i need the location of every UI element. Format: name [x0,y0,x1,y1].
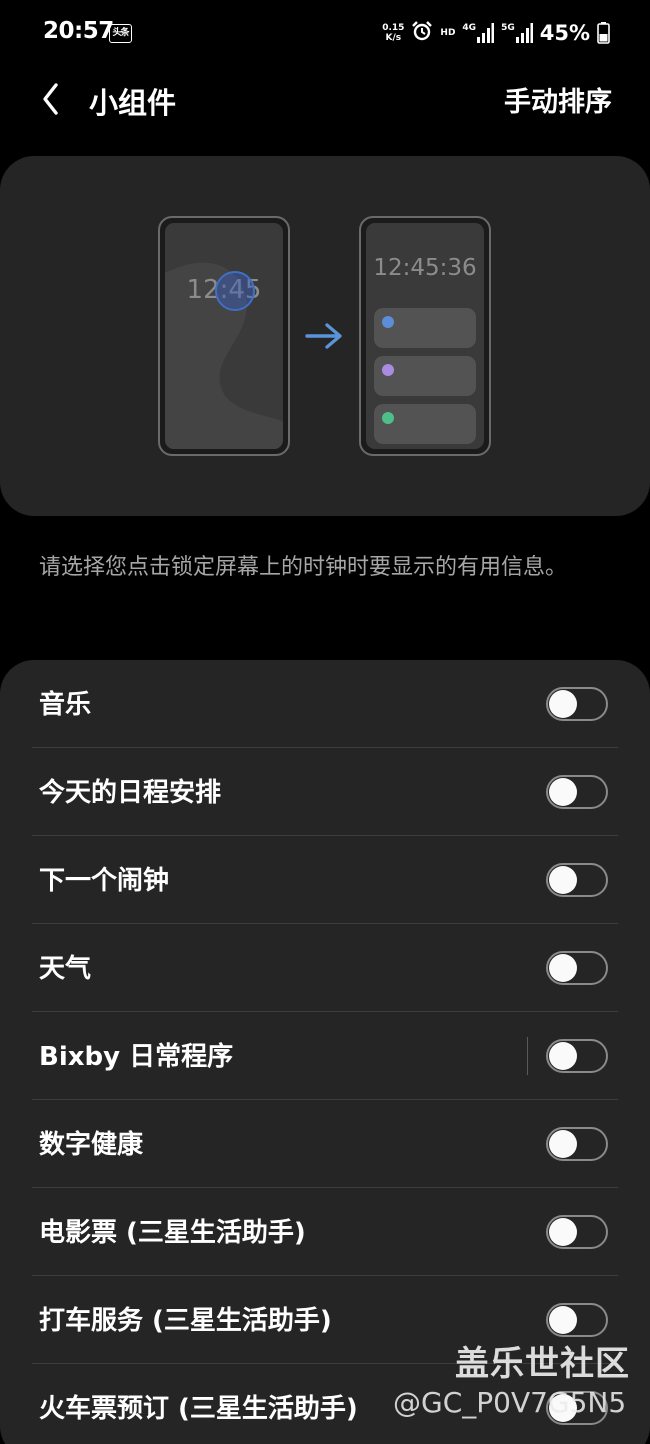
network-speed-value: 0.15 [382,23,405,33]
description-text: 请选择您点击锁定屏幕上的时钟时要显示的有用信息。 [39,555,568,580]
app-bar: 小组件 手动排序 [0,70,650,130]
toggle-knob [549,690,577,718]
watermark-brand: 盖乐世社区 [455,1344,630,1384]
vertical-divider [527,1037,528,1075]
widget-dot [382,316,394,328]
setting-label: 天气 [39,954,92,984]
toggle-knob [549,1306,577,1334]
setting-row-bixby-routines[interactable]: Bixby 日常程序 [0,1012,650,1100]
phone-after-illustration: 12:45:36 [359,216,491,456]
setting-row-next-alarm[interactable]: 下一个闹钟 [0,836,650,924]
setting-label: 音乐 [39,690,92,720]
back-button[interactable] [34,78,74,122]
setting-label: Bixby 日常程序 [39,1042,234,1072]
toggle-knob [549,778,577,806]
network-speed-unit: K/s [385,33,402,43]
signal-5g: 5G [501,23,533,43]
phone-before-illustration: 12:45 [158,216,290,456]
arrow-right-icon [305,323,342,349]
toggle-knob [549,866,577,894]
network-5g-label: 5G [501,23,515,33]
signal-4g: 4G [462,23,495,43]
setting-row-weather[interactable]: 天气 [0,924,650,1012]
widget-dot [382,364,394,376]
music-toggle[interactable] [546,687,608,721]
weather-toggle[interactable] [546,951,608,985]
toggle-knob [549,1130,577,1158]
setting-label: 电影票 (三星生活助手) [39,1218,306,1248]
alarm-icon [411,20,433,46]
lock-screen-before: 12:45 [165,223,283,449]
tap-indicator [215,271,255,311]
widget-row [374,308,476,348]
manual-sort-button[interactable]: 手动排序 [504,80,612,119]
widget-dot [382,412,394,424]
setting-row-music[interactable]: 音乐 [0,660,650,748]
status-time: 20:57 [43,18,114,44]
setting-row-movie-tickets[interactable]: 电影票 (三星生活助手) [0,1188,650,1276]
toutiao-notification-icon: 头条 [109,24,132,43]
widget-settings-list: 音乐 今天的日程安排 下一个闹钟 天气 Bixby 日常程序 数字健康 电影票 … [0,660,650,1444]
today-schedule-toggle[interactable] [546,775,608,809]
setting-label: 下一个闹钟 [39,866,170,896]
chevron-left-icon [43,83,58,115]
page-title: 小组件 [89,86,177,120]
ride-service-toggle[interactable] [546,1303,608,1337]
toggle-knob [549,1042,577,1070]
signal-strength-icon [477,23,495,43]
setting-row-digital-wellbeing[interactable]: 数字健康 [0,1100,650,1188]
watermark-user: @GC_P0V7G5N5 [393,1386,627,1419]
next-alarm-toggle[interactable] [546,863,608,897]
hd-voice-label: HD [440,28,456,38]
lock-screen-after: 12:45:36 [366,223,484,449]
setting-label: 火车票预订 (三星生活助手) [39,1394,358,1424]
widget-row [374,356,476,396]
widget-row [374,404,476,444]
toggle-knob [549,954,577,982]
movie-tickets-toggle[interactable] [546,1215,608,1249]
setting-row-today-schedule[interactable]: 今天的日程安排 [0,748,650,836]
bixby-routines-toggle[interactable] [546,1039,608,1073]
setting-label: 数字健康 [39,1130,144,1160]
network-4g-label: 4G [462,23,477,33]
wallpaper-wave-shape [165,262,283,449]
status-bar: 20:57 头条 0.15 K/s HD 4G 5G 45% [0,0,650,68]
setting-label: 今天的日程安排 [39,778,222,808]
battery-icon [597,22,610,44]
signal-strength-icon [515,23,533,43]
toggle-knob [549,1218,577,1246]
setting-label: 打车服务 (三星生活助手) [39,1306,332,1336]
status-indicators: 0.15 K/s HD 4G 5G 45% [382,18,610,48]
network-speed: 0.15 K/s [382,23,404,43]
clock-after: 12:45:36 [373,255,477,281]
widget-preview-card: 12:45 12:45:36 [0,156,650,516]
battery-percent: 45% [539,21,590,45]
digital-wellbeing-toggle[interactable] [546,1127,608,1161]
